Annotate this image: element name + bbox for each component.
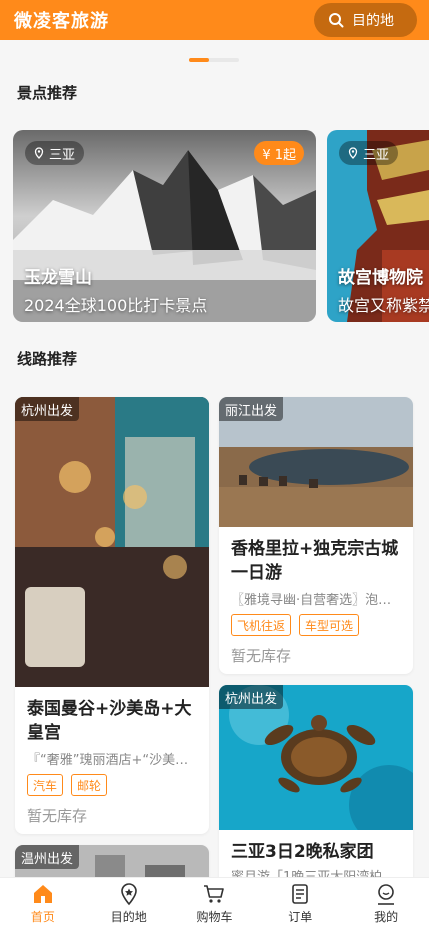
route-title: 泰国曼谷+沙美岛+大皇宫 <box>27 699 192 743</box>
nav-home[interactable]: 首页 <box>0 878 86 928</box>
spot-location-label: 三亚 <box>363 147 390 163</box>
route-card[interactable]: 杭州出发 泰国曼谷+沙美岛+大皇宫 『“奢雅”瑰丽酒店+“沙美岛… 汽车 邮轮 … <box>15 397 209 834</box>
route-tags: 汽车 邮轮 <box>15 774 209 796</box>
route-image: 丽江出发 <box>219 397 413 527</box>
location-pin-icon <box>348 147 358 159</box>
bottom-navigation: 首页 目的地 购物车 订单 我的 <box>0 877 429 928</box>
route-title: 三亚3日2晚私家团 <box>231 842 374 862</box>
spots-section-title: 景点推荐 <box>17 84 78 102</box>
nav-destination[interactable]: 目的地 <box>86 878 172 928</box>
nav-profile[interactable]: 我的 <box>343 878 429 928</box>
route-subtitle: 〖雅境寻幽·自营奢选〗泡… <box>231 593 392 608</box>
spot-name: 故宫博物院 <box>338 268 423 288</box>
page: 微凌客旅游 目的地 景点推荐 三亚 ¥ 1起 玉龙雪山 2024全球100比打卡… <box>0 0 429 928</box>
spot-location-badge: 三亚 <box>339 141 399 165</box>
spot-description: 故宫又称紫禁城 <box>338 296 429 315</box>
stock-status: 暂无库存 <box>231 647 292 665</box>
routes-section-title: 线路推荐 <box>17 350 78 368</box>
spot-description: 2024全球100比打卡景点 <box>24 296 208 315</box>
departure-badge: 杭州出发 <box>219 685 284 709</box>
destination-search-label: 目的地 <box>352 13 394 29</box>
route-tag: 邮轮 <box>71 774 108 796</box>
route-title: 香格里拉+独克宗古城一日游 <box>231 539 399 583</box>
route-tag: 汽车 <box>27 774 64 796</box>
route-card[interactable]: 丽江出发 香格里拉+独克宗古城一日游 〖雅境寻幽·自营奢选〗泡… 飞机往返 车型… <box>219 397 413 674</box>
spot-location-badge: 三亚 <box>25 141 85 165</box>
spot-location-label: 三亚 <box>49 147 76 163</box>
nav-label: 首页 <box>30 910 55 924</box>
banner-page-indicator <box>189 58 239 62</box>
departure-badge: 温州出发 <box>15 845 80 869</box>
app-title: 微凌客旅游 <box>14 11 109 32</box>
nav-cart[interactable]: 购物车 <box>172 878 258 928</box>
departure-badge: 杭州出发 <box>15 397 80 421</box>
route-card[interactable]: 杭州出发 三亚3日2晚私家团 蜜月游「1晚三亚太阳湾柏… <box>219 685 413 885</box>
route-image: 杭州出发 <box>219 685 413 830</box>
route-image: 杭州出发 <box>15 397 209 687</box>
route-tag: 飞机往返 <box>231 614 292 636</box>
departure-badge: 丽江出发 <box>219 397 284 421</box>
destination-search-button[interactable]: 目的地 <box>314 3 417 37</box>
location-pin-icon <box>34 147 44 159</box>
nav-label: 订单 <box>288 910 313 924</box>
nav-label: 目的地 <box>110 910 147 924</box>
nav-orders[interactable]: 订单 <box>257 878 343 928</box>
home-icon <box>33 885 52 903</box>
spot-card[interactable]: 三亚 ¥ 1起 玉龙雪山 2024全球100比打卡景点 <box>13 130 316 322</box>
cart-icon <box>204 885 225 903</box>
nav-label: 我的 <box>374 910 399 924</box>
stock-status: 暂无库存 <box>27 807 88 825</box>
nav-label: 购物车 <box>196 910 233 924</box>
search-icon <box>329 13 344 28</box>
spot-card[interactable]: 三亚 故宫博物院 故宫又称紫禁城 <box>327 130 429 322</box>
route-tag: 车型可选 <box>299 614 360 636</box>
profile-icon <box>378 884 395 905</box>
location-icon <box>120 883 137 906</box>
top-bar: 微凌客旅游 目的地 <box>0 0 429 40</box>
spot-name: 玉龙雪山 <box>24 268 92 288</box>
route-tags: 飞机往返 车型可选 <box>219 614 413 636</box>
route-subtitle: 『“奢雅”瑰丽酒店+“沙美岛… <box>27 753 202 768</box>
spot-price-badge: ¥ 1起 <box>254 141 304 165</box>
order-icon <box>292 884 309 904</box>
